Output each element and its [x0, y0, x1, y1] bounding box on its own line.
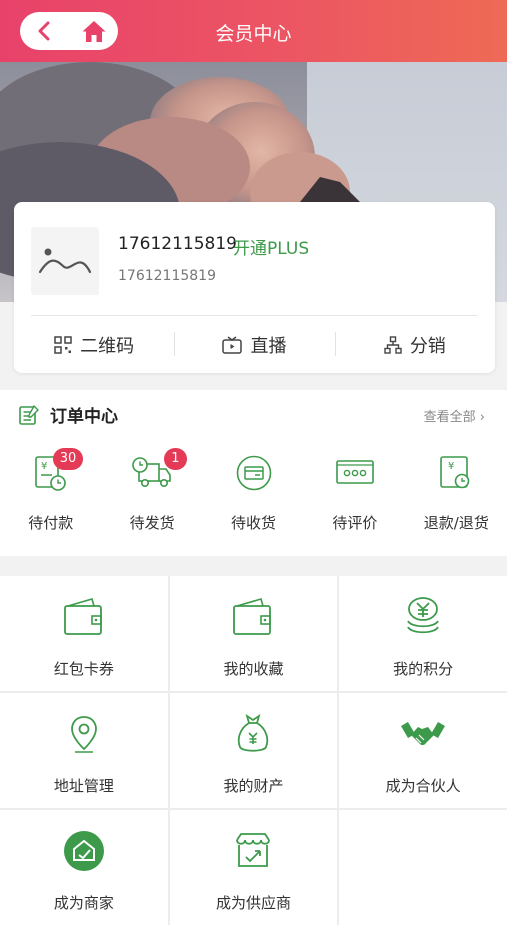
app-header: 会员中心	[0, 0, 507, 62]
svg-text:¥: ¥	[41, 461, 47, 472]
assets-label: 我的财产	[223, 777, 284, 795]
money-bag-icon	[238, 714, 269, 752]
address-label: 地址管理	[53, 777, 114, 795]
svg-text:¥: ¥	[448, 461, 454, 472]
package-icon	[236, 455, 271, 491]
live-label: 直播	[250, 335, 287, 357]
qrcode-icon	[54, 335, 72, 354]
user-id: 17612115819	[118, 268, 216, 284]
location-pin-icon	[70, 716, 97, 753]
order-pending-payment[interactable]: ¥ 30 待付款	[0, 448, 101, 533]
user-phone: 17612115819	[118, 234, 237, 254]
merchant-label: 成为商家	[53, 894, 114, 912]
supplier-box-icon	[236, 833, 271, 867]
page-title: 会员中心	[215, 23, 292, 45]
yen-coins-icon	[407, 597, 439, 634]
org-chart-icon	[384, 335, 402, 354]
wallet-icon	[233, 598, 272, 635]
chevron-right-icon: ›	[479, 410, 485, 425]
shop-badge-icon	[63, 831, 104, 871]
order-pending-review[interactable]: 待评价	[304, 448, 405, 533]
qrcode-label: 二维码	[80, 335, 135, 357]
grid-item-favorites[interactable]: 我的收藏	[169, 576, 338, 691]
handshake-icon	[401, 722, 446, 746]
favorites-label: 我的收藏	[223, 660, 284, 678]
order-list-icon	[19, 404, 39, 425]
grid-item-address[interactable]: 地址管理	[0, 693, 168, 808]
supplier-label: 成为供应商	[215, 894, 291, 912]
grid-item-points[interactable]: 我的积分	[339, 576, 507, 691]
coupons-label: 红包卡券	[53, 660, 114, 678]
order-status-row: ¥ 30 待付款 1 待发货 待收货 待评价 ¥ 退款/退货	[0, 448, 507, 533]
pending-payment-badge: 30	[52, 448, 84, 470]
live-button[interactable]: 直播	[174, 316, 334, 373]
order-refund[interactable]: ¥ 退款/退货	[406, 448, 507, 533]
refund-label: 退款/退货	[423, 514, 489, 532]
grid-item-partner[interactable]: 成为合伙人	[339, 693, 507, 808]
wallet-icon	[63, 598, 102, 635]
order-pending-receipt[interactable]: 待收货	[203, 448, 304, 533]
pending-shipment-badge: 1	[164, 448, 187, 470]
tv-icon	[222, 335, 243, 354]
image-placeholder-icon	[38, 248, 92, 274]
grid-item-coupons[interactable]: 红包卡券	[0, 576, 168, 691]
pending-payment-label: 待付款	[28, 514, 74, 532]
view-all-label: 查看全部	[423, 410, 476, 425]
avatar[interactable]	[31, 227, 99, 295]
refund-icon: ¥	[440, 456, 470, 489]
services-grid: 红包卡券 我的收藏 我的积分 地址管理 我的财产 成为合伙人 成为商家 成为供应…	[0, 576, 507, 925]
partner-label: 成为合伙人	[385, 777, 461, 795]
grid-item-assets[interactable]: 我的财产	[169, 693, 338, 808]
order-center: 订单中心 查看全部 › ¥ 30 待付款 1 待发货 待收货 待评价 ¥ 退款/…	[0, 390, 507, 556]
comment-icon	[336, 460, 374, 484]
grid-item-empty	[339, 810, 507, 925]
order-center-header: 订单中心	[18, 402, 118, 427]
pending-shipment-label: 待发货	[129, 514, 175, 532]
order-pending-shipment[interactable]: 1 待发货	[101, 448, 202, 533]
distribution-button[interactable]: 分销	[334, 316, 495, 373]
profile-card: 17612115819 开通PLUS 17612115819 二维码 直播 分销	[14, 202, 495, 373]
qrcode-button[interactable]: 二维码	[14, 316, 174, 373]
view-all-link[interactable]: 查看全部 ›	[424, 406, 485, 425]
open-plus-link[interactable]: 开通PLUS	[233, 234, 309, 259]
grid-item-merchant[interactable]: 成为商家	[0, 810, 168, 925]
grid-item-supplier[interactable]: 成为供应商	[169, 810, 338, 925]
points-label: 我的积分	[393, 660, 454, 678]
pending-review-label: 待评价	[332, 514, 378, 532]
order-center-title: 订单中心	[50, 407, 118, 427]
pending-receipt-label: 待收货	[231, 514, 277, 532]
profile-actions: 二维码 直播 分销	[14, 316, 495, 373]
distribution-label: 分销	[409, 335, 446, 357]
